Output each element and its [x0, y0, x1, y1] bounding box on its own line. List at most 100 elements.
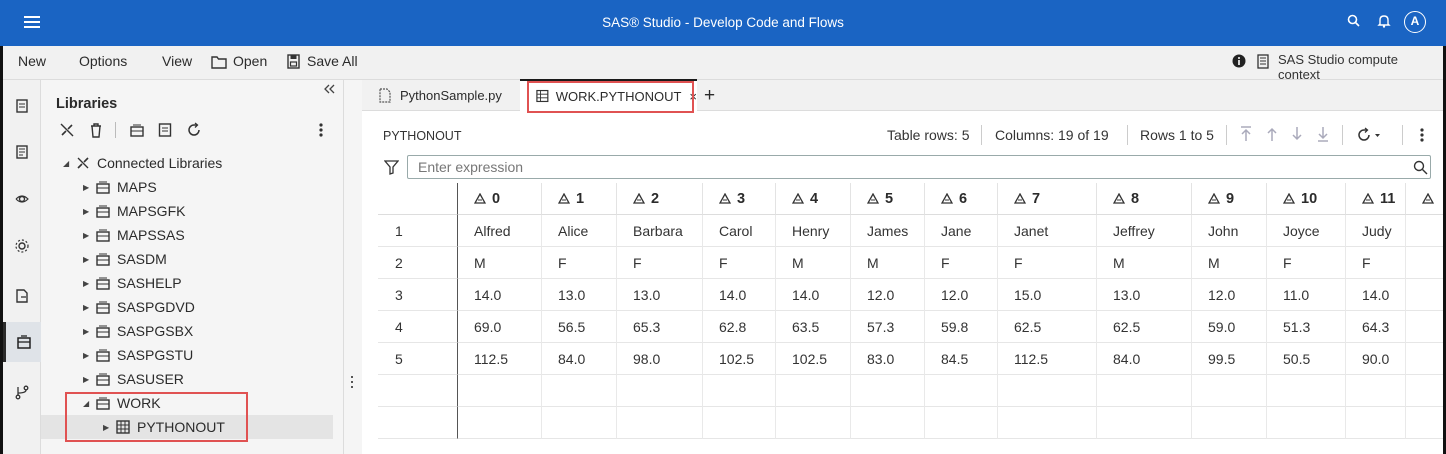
- table-cell[interactable]: 14.0: [1346, 279, 1406, 311]
- table-cell[interactable]: 62.5: [1097, 311, 1192, 343]
- column-header[interactable]: 0: [458, 183, 542, 215]
- trash-icon[interactable]: [89, 122, 103, 138]
- rail-explorer-button[interactable]: [3, 86, 41, 126]
- filter-icon[interactable]: [384, 160, 399, 175]
- tree-table-pythonout[interactable]: ▶ PYTHONOUT: [41, 415, 333, 439]
- table-cell[interactable]: 90.0: [1346, 343, 1406, 375]
- properties-icon[interactable]: [158, 122, 172, 138]
- table-cell[interactable]: 13.0: [1097, 279, 1192, 311]
- table-cell[interactable]: Jane: [925, 215, 998, 247]
- tree-library-saspgsbx[interactable]: ▶ SASPGSBX: [41, 319, 333, 343]
- tab-close-icon[interactable]: ×: [689, 89, 697, 104]
- table-cell[interactable]: F: [542, 247, 617, 279]
- collapsed-arrow-icon[interactable]: ▶: [83, 207, 93, 216]
- column-header[interactable]: 4: [776, 183, 851, 215]
- table-cell[interactable]: 59.8: [925, 311, 998, 343]
- refresh-icon[interactable]: [186, 122, 202, 138]
- tree-library-saspgstu[interactable]: ▶ SASPGSTU: [41, 343, 333, 367]
- rail-snippets-button[interactable]: [3, 132, 41, 172]
- collapsed-arrow-icon[interactable]: ▶: [83, 303, 93, 312]
- table-cell[interactable]: 12.0: [1192, 279, 1267, 311]
- expanded-arrow-icon[interactable]: ◢: [63, 159, 73, 168]
- rail-libraries-button[interactable]: [3, 322, 41, 362]
- table-cell[interactable]: 99.5: [1192, 343, 1267, 375]
- rail-tasks-button[interactable]: [3, 276, 41, 316]
- table-cell[interactable]: 65.3: [617, 311, 703, 343]
- table-cell[interactable]: 15.0: [998, 279, 1097, 311]
- compute-context-label[interactable]: SAS Studio compute context: [1278, 52, 1443, 82]
- table-cell[interactable]: James: [851, 215, 925, 247]
- next-row-icon[interactable]: [1291, 126, 1303, 142]
- table-cell[interactable]: Carol: [703, 215, 776, 247]
- tab-work-pythonout[interactable]: WORK.PYTHONOUT ×: [520, 79, 697, 111]
- table-cell[interactable]: M: [1192, 247, 1267, 279]
- more-options-icon[interactable]: [1420, 127, 1424, 143]
- view-menu[interactable]: View: [162, 53, 192, 69]
- collapsed-arrow-icon[interactable]: ▶: [83, 327, 93, 336]
- new-library-icon[interactable]: [129, 122, 145, 138]
- collapsed-arrow-icon[interactable]: ▶: [83, 255, 93, 264]
- tree-library-sasuser[interactable]: ▶ SASUSER: [41, 367, 333, 391]
- table-cell[interactable]: 14.0: [776, 279, 851, 311]
- bell-icon[interactable]: [1376, 13, 1392, 29]
- column-header[interactable]: 10: [1267, 183, 1346, 215]
- table-cell[interactable]: F: [998, 247, 1097, 279]
- last-row-icon[interactable]: [1317, 126, 1329, 142]
- collapse-panel-icon[interactable]: [323, 84, 335, 94]
- tree-library-mapsgfk[interactable]: ▶ MAPSGFK: [41, 199, 333, 223]
- table-cell[interactable]: 13.0: [542, 279, 617, 311]
- column-header[interactable]: 11: [1346, 183, 1406, 215]
- filter-expression-input[interactable]: [407, 155, 1431, 179]
- table-cell[interactable]: Jeffrey: [1097, 215, 1192, 247]
- table-cell[interactable]: 84.0: [1097, 343, 1192, 375]
- collapsed-arrow-icon[interactable]: ▶: [83, 279, 93, 288]
- table-cell[interactable]: 14.0: [703, 279, 776, 311]
- table-cell[interactable]: Judy: [1346, 215, 1406, 247]
- table-cell[interactable]: M: [458, 247, 542, 279]
- tree-library-sasdm[interactable]: ▶ SASDM: [41, 247, 333, 271]
- search-icon[interactable]: [1346, 13, 1362, 29]
- table-cell[interactable]: 102.5: [776, 343, 851, 375]
- table-cell[interactable]: 112.5: [458, 343, 542, 375]
- tree-library-maps[interactable]: ▶ MAPS: [41, 175, 333, 199]
- table-cell[interactable]: F: [617, 247, 703, 279]
- table-cell[interactable]: 84.5: [925, 343, 998, 375]
- tree-library-mapssas[interactable]: ▶ MAPSSAS: [41, 223, 333, 247]
- table-cell[interactable]: F: [703, 247, 776, 279]
- collapsed-arrow-icon[interactable]: ▶: [83, 183, 93, 192]
- columns-info[interactable]: Columns: 19 of 19: [995, 127, 1109, 143]
- column-header[interactable]: 9: [1192, 183, 1267, 215]
- column-header[interactable]: [1406, 183, 1443, 215]
- table-cell[interactable]: M: [851, 247, 925, 279]
- disconnect-icon[interactable]: [59, 122, 75, 138]
- table-cell[interactable]: 98.0: [617, 343, 703, 375]
- table-cell[interactable]: F: [925, 247, 998, 279]
- rail-steps-button[interactable]: [3, 179, 41, 219]
- table-cell[interactable]: 12.0: [851, 279, 925, 311]
- table-cell[interactable]: 14.0: [458, 279, 542, 311]
- column-header[interactable]: 6: [925, 183, 998, 215]
- table-cell[interactable]: F: [1346, 247, 1406, 279]
- expanded-arrow-icon[interactable]: ◢: [83, 399, 93, 408]
- previous-row-icon[interactable]: [1266, 126, 1278, 142]
- table-cell[interactable]: 12.0: [925, 279, 998, 311]
- table-cell[interactable]: 56.5: [542, 311, 617, 343]
- refresh-dropdown-icon[interactable]: [1356, 127, 1382, 143]
- table-cell[interactable]: F: [1267, 247, 1346, 279]
- table-cell[interactable]: Barbara: [617, 215, 703, 247]
- table-cell[interactable]: John: [1192, 215, 1267, 247]
- column-header[interactable]: 2: [617, 183, 703, 215]
- collapsed-arrow-icon[interactable]: ▶: [103, 423, 113, 432]
- info-icon[interactable]: [1232, 54, 1246, 68]
- column-header[interactable]: 5: [851, 183, 925, 215]
- table-cell[interactable]: Janet: [998, 215, 1097, 247]
- collapsed-arrow-icon[interactable]: ▶: [83, 351, 93, 360]
- table-cell[interactable]: 63.5: [776, 311, 851, 343]
- table-cell[interactable]: 112.5: [998, 343, 1097, 375]
- table-cell[interactable]: 11.0: [1267, 279, 1346, 311]
- table-cell[interactable]: M: [1097, 247, 1192, 279]
- table-cell[interactable]: Joyce: [1267, 215, 1346, 247]
- table-cell[interactable]: 13.0: [617, 279, 703, 311]
- save-all-button[interactable]: Save All: [307, 53, 358, 69]
- table-cell[interactable]: 84.0: [542, 343, 617, 375]
